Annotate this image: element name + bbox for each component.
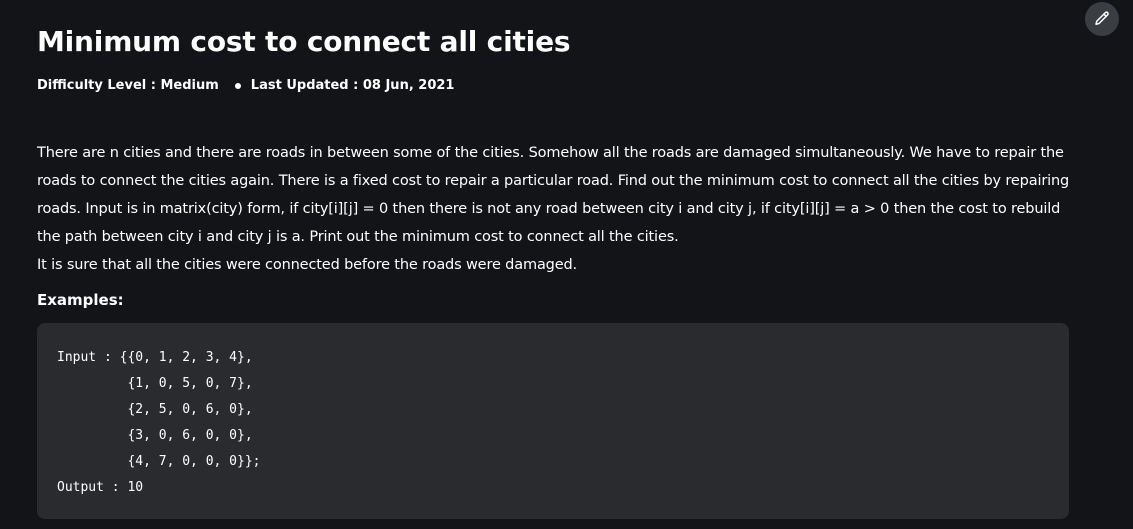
problem-description: There are n cities and there are roads i… <box>37 139 1077 279</box>
description-paragraph: There are n cities and there are roads i… <box>37 145 1070 245</box>
code-line: Output : 10 <box>57 480 144 495</box>
difficulty-level: Difficulty Level : Medium <box>37 78 219 93</box>
edit-button[interactable] <box>1085 2 1119 36</box>
code-line: Input : {{0, 1, 2, 3, 4}, <box>57 350 253 365</box>
last-updated: Last Updated : 08 Jun, 2021 <box>250 78 455 93</box>
description-note: It is sure that all the cities were conn… <box>37 257 578 273</box>
pencil-icon <box>1095 11 1109 25</box>
separator-dot <box>234 83 241 89</box>
code-line: {1, 0, 5, 0, 7}, <box>57 376 253 391</box>
code-line: {3, 0, 6, 0, 0}, <box>57 428 253 443</box>
code-line: {2, 5, 0, 6, 0}, <box>57 402 253 417</box>
examples-heading: Examples: <box>37 291 124 309</box>
code-line: {4, 7, 0, 0, 0}}; <box>57 454 261 469</box>
article-meta: Difficulty Level : Medium Last Updated :… <box>37 77 454 95</box>
page-title: Minimum cost to connect all cities <box>37 25 571 58</box>
code-block: Input : {{0, 1, 2, 3, 4}, {1, 0, 5, 0, 7… <box>37 323 1069 519</box>
